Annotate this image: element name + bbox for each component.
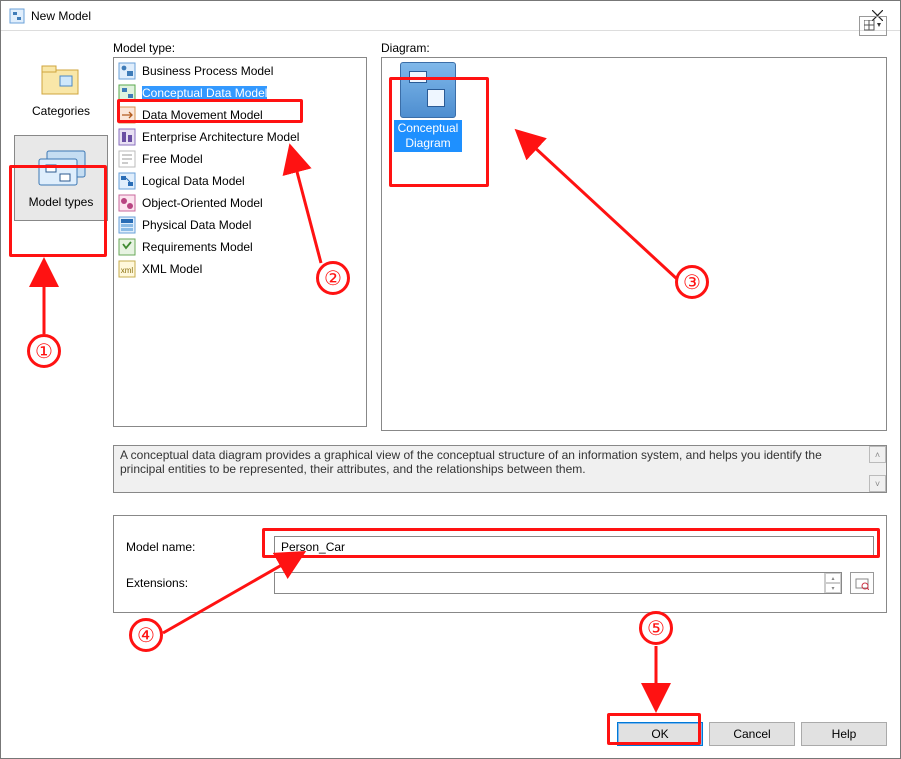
rqm-icon (118, 238, 136, 256)
list-item[interactable]: Free Model (116, 148, 364, 170)
list-item-label: Data Movement Model (142, 108, 263, 122)
list-item-label: Physical Data Model (142, 218, 251, 232)
model-type-header: Model type: (113, 41, 367, 55)
list-item-label: Business Process Model (142, 64, 273, 78)
cdm-icon (118, 84, 136, 102)
pdm-icon (118, 216, 136, 234)
help-button[interactable]: Help (801, 722, 887, 746)
oom-icon (118, 194, 136, 212)
conceptual-diagram-icon (400, 62, 456, 118)
list-item-label: Enterprise Architecture Model (142, 130, 299, 144)
view-mode-button[interactable] (859, 16, 887, 36)
footer: OK Cancel Help (1, 706, 900, 758)
sidebar-item-label: Categories (32, 104, 90, 118)
spin-up-icon: ▴ (825, 573, 841, 583)
list-item-label: Conceptual Data Model (142, 86, 267, 100)
columns: Model type: Business Process Model Conce… (113, 41, 887, 431)
model-name-label: Model name: (126, 540, 274, 554)
extensions-row: Extensions: ▴▾ (126, 572, 874, 594)
model-type-column: Model type: Business Process Model Conce… (113, 41, 367, 431)
list-item[interactable]: Data Movement Model (116, 104, 364, 126)
model-types-icon (33, 147, 89, 191)
model-name-row: Model name: (126, 536, 874, 558)
list-item[interactable]: Enterprise Architecture Model (116, 126, 364, 148)
list-item[interactable]: xml XML Model (116, 258, 364, 280)
svg-text:xml: xml (121, 266, 134, 275)
diagram-item-label: ConceptualDiagram (394, 120, 463, 152)
free-icon (118, 150, 136, 168)
list-item-label: Requirements Model (142, 240, 253, 254)
ok-button[interactable]: OK (617, 722, 703, 746)
scroll-down-button[interactable]: ˅ (869, 475, 886, 492)
diagram-header: Diagram: (381, 41, 887, 55)
folder-icon (38, 58, 84, 100)
list-item-label: Logical Data Model (142, 174, 245, 188)
list-item[interactable]: Conceptual Data Model (116, 82, 364, 104)
sidebar-item-model-types[interactable]: Model types (14, 135, 108, 221)
list-item[interactable]: Business Process Model (116, 60, 364, 82)
dialog-body: Categories Model types Model type: (1, 31, 900, 706)
list-item[interactable]: Logical Data Model (116, 170, 364, 192)
browse-icon (855, 576, 869, 590)
list-item-label: Object-Oriented Model (142, 196, 263, 210)
cancel-button[interactable]: Cancel (709, 722, 795, 746)
titlebar: New Model (1, 1, 900, 31)
scroll-up-button[interactable]: ˄ (869, 446, 886, 463)
sidebar-item-label: Model types (29, 195, 94, 209)
window-title: New Model (31, 9, 854, 23)
app-icon (9, 8, 25, 24)
list-item-label: Free Model (142, 152, 203, 166)
diagram-list[interactable]: ConceptualDiagram (381, 57, 887, 431)
list-item[interactable]: Object-Oriented Model (116, 192, 364, 214)
extensions-combo[interactable]: ▴▾ (274, 572, 842, 594)
eam-icon (118, 128, 136, 146)
description-text: A conceptual data diagram provides a gra… (120, 448, 822, 476)
upper-pane: Categories Model types Model type: (9, 41, 887, 431)
list-item[interactable]: Physical Data Model (116, 214, 364, 236)
extensions-label: Extensions: (126, 576, 274, 590)
grid-dropdown-icon (864, 20, 882, 32)
extensions-browse-button[interactable] (850, 572, 874, 594)
diagram-item-conceptual[interactable]: ConceptualDiagram (386, 62, 470, 152)
description-scrollbar[interactable]: ˄ ˅ (869, 446, 886, 492)
sidebar: Categories Model types (9, 41, 113, 431)
diagram-column: Diagram: ConceptualDiagram (381, 41, 887, 431)
spin-down-icon: ▾ (825, 583, 841, 593)
model-name-input[interactable] (274, 536, 874, 558)
new-model-dialog: New Model Categories (0, 0, 901, 759)
extensions-spinner[interactable]: ▴▾ (824, 573, 841, 593)
dmm-icon (118, 106, 136, 124)
ldm-icon (118, 172, 136, 190)
list-item[interactable]: Requirements Model (116, 236, 364, 258)
description-wrap: A conceptual data diagram provides a gra… (113, 445, 887, 493)
sidebar-item-categories[interactable]: Categories (14, 45, 108, 131)
xml-icon: xml (118, 260, 136, 278)
form-panel: Model name: Extensions: ▴▾ (113, 515, 887, 613)
model-type-list[interactable]: Business Process Model Conceptual Data M… (113, 57, 367, 427)
list-item-label: XML Model (142, 262, 202, 276)
bpm-icon (118, 62, 136, 80)
description-box: A conceptual data diagram provides a gra… (113, 445, 887, 493)
